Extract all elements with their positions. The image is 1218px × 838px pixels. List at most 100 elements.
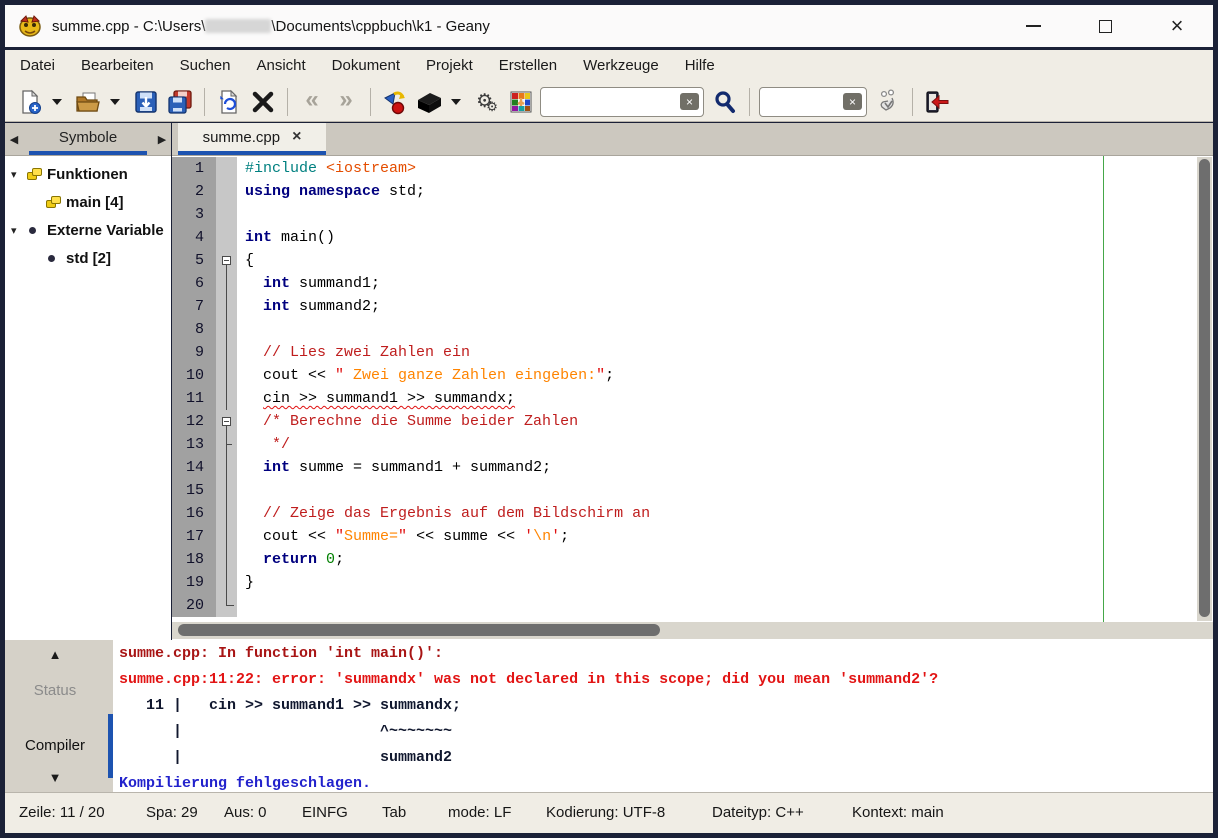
maximize-button[interactable] <box>1069 5 1141 47</box>
code-line-4[interactable]: 4int main() <box>172 226 1213 249</box>
expander-icon[interactable]: ▾ <box>11 168 26 181</box>
line-number[interactable]: 12 <box>172 410 216 433</box>
line-number[interactable]: 4 <box>172 226 216 249</box>
fold-margin[interactable] <box>216 571 237 594</box>
line-number[interactable]: 1 <box>172 157 216 180</box>
goto-line-input[interactable] <box>768 94 843 110</box>
line-number[interactable]: 7 <box>172 295 216 318</box>
code-line-1[interactable]: 1#include <iostream> <box>172 157 1213 180</box>
horizontal-scrollbar[interactable] <box>172 622 1213 639</box>
code-line-7[interactable]: 7 int summand2; <box>172 295 1213 318</box>
fold-margin[interactable] <box>216 479 237 502</box>
menu-projekt[interactable]: Projekt <box>413 50 486 82</box>
save-all-button[interactable] <box>165 86 195 118</box>
tree-item-std[interactable]: std [2] <box>5 244 171 272</box>
menu-ansicht[interactable]: Ansicht <box>243 50 318 82</box>
tab-close-icon[interactable]: × <box>292 129 301 145</box>
tabs-scroll-down-icon[interactable]: ▼ <box>5 770 105 785</box>
line-number[interactable]: 5 <box>172 249 216 272</box>
line-number[interactable]: 14 <box>172 456 216 479</box>
tab-symbols[interactable]: Symbole <box>29 123 147 155</box>
compiler-message[interactable]: | summand2 <box>119 745 1213 771</box>
fold-margin[interactable] <box>216 341 237 364</box>
clear-search-icon[interactable]: × <box>680 93 699 110</box>
fold-margin[interactable] <box>216 249 237 272</box>
fold-margin[interactable] <box>216 157 237 180</box>
fold-margin[interactable] <box>216 387 237 410</box>
clear-goto-icon[interactable]: × <box>843 93 862 110</box>
fold-margin[interactable] <box>216 203 237 226</box>
line-number[interactable]: 2 <box>172 180 216 203</box>
line-number[interactable]: 13 <box>172 433 216 456</box>
fold-margin[interactable] <box>216 525 237 548</box>
vertical-scrollbar-thumb[interactable] <box>1199 159 1210 617</box>
code-line-11[interactable]: 11 cin >> summand1 >> summandx; <box>172 387 1213 410</box>
code-line-15[interactable]: 15 <box>172 479 1213 502</box>
tree-item-main[interactable]: main [4] <box>5 188 171 216</box>
code-line-8[interactable]: 8 <box>172 318 1213 341</box>
code-line-9[interactable]: 9 // Lies zwei Zahlen ein <box>172 341 1213 364</box>
menu-erstellen[interactable]: Erstellen <box>486 50 570 82</box>
minimize-button[interactable] <box>997 5 1069 47</box>
line-number[interactable]: 11 <box>172 387 216 410</box>
tab-scroll-left-icon[interactable]: ◀ <box>5 123 23 155</box>
compiler-message[interactable]: summe.cpp:11:22: error: 'summandx' was n… <box>119 667 1213 693</box>
tab-summe-cpp[interactable]: summe.cpp × <box>178 123 326 155</box>
compile-button[interactable] <box>380 86 410 118</box>
line-number[interactable]: 16 <box>172 502 216 525</box>
menu-werkzeuge[interactable]: Werkzeuge <box>570 50 672 82</box>
horizontal-scrollbar-thumb[interactable] <box>178 624 660 636</box>
close-document-button[interactable] <box>248 86 278 118</box>
line-number[interactable]: 9 <box>172 341 216 364</box>
menu-suchen[interactable]: Suchen <box>167 50 244 82</box>
save-button[interactable] <box>131 86 161 118</box>
line-number[interactable]: 17 <box>172 525 216 548</box>
close-button[interactable]: × <box>1141 5 1213 47</box>
open-button[interactable] <box>73 86 103 118</box>
code-line-16[interactable]: 16 // Zeige das Ergebnis auf dem Bildsch… <box>172 502 1213 525</box>
compiler-message[interactable]: | ^~~~~~~~ <box>119 719 1213 745</box>
tree-item-funktionen[interactable]: ▾Funktionen <box>5 160 171 188</box>
navigate-back-button[interactable]: « <box>297 86 327 118</box>
compiler-message[interactable]: Kompilierung fehlgeschlagen. <box>119 771 1213 792</box>
fold-margin[interactable] <box>216 295 237 318</box>
search-input[interactable] <box>549 94 680 110</box>
code-line-12[interactable]: 12 /* Berechne die Summe beider Zahlen <box>172 410 1213 433</box>
fold-margin[interactable] <box>216 272 237 295</box>
fold-margin[interactable] <box>216 502 237 525</box>
open-dropdown[interactable] <box>107 86 123 118</box>
code-line-17[interactable]: 17 cout << "Summe=" << summe << '\n'; <box>172 525 1213 548</box>
search-entry[interactable]: × <box>540 87 704 117</box>
fold-margin[interactable] <box>216 318 237 341</box>
menu-bearbeiten[interactable]: Bearbeiten <box>68 50 167 82</box>
line-number[interactable]: 15 <box>172 479 216 502</box>
code-line-3[interactable]: 3 <box>172 203 1213 226</box>
code-line-10[interactable]: 10 cout << " Zwei ganze Zahlen eingeben:… <box>172 364 1213 387</box>
code-editor[interactable]: 1#include <iostream>2using namespace std… <box>172 156 1213 622</box>
new-file-button[interactable] <box>15 86 45 118</box>
fold-margin[interactable] <box>216 410 237 433</box>
fold-margin[interactable] <box>216 456 237 479</box>
quit-button[interactable] <box>922 86 952 118</box>
tab-scroll-right-icon[interactable]: ▶ <box>153 123 171 155</box>
line-number[interactable]: 19 <box>172 571 216 594</box>
code-line-5[interactable]: 5{ <box>172 249 1213 272</box>
menu-hilfe[interactable]: Hilfe <box>672 50 728 82</box>
code-line-6[interactable]: 6 int summand1; <box>172 272 1213 295</box>
fold-margin[interactable] <box>216 433 237 456</box>
line-number[interactable]: 20 <box>172 594 216 617</box>
goto-line-entry[interactable]: × <box>759 87 867 117</box>
compiler-message[interactable]: summe.cpp: In function 'int main()': <box>119 641 1213 667</box>
vertical-scrollbar[interactable] <box>1197 157 1212 621</box>
tab-compiler[interactable]: Compiler <box>5 737 105 754</box>
code-line-2[interactable]: 2using namespace std; <box>172 180 1213 203</box>
code-line-20[interactable]: 20 <box>172 594 1213 617</box>
expander-icon[interactable]: ▾ <box>11 224 26 237</box>
search-button[interactable] <box>710 86 740 118</box>
line-number[interactable]: 10 <box>172 364 216 387</box>
code-line-13[interactable]: 13 */ <box>172 433 1213 456</box>
fold-margin[interactable] <box>216 180 237 203</box>
line-number[interactable]: 18 <box>172 548 216 571</box>
compiler-message[interactable]: 11 | cin >> summand1 >> summandx; <box>119 693 1213 719</box>
color-chooser-button[interactable] <box>506 86 536 118</box>
